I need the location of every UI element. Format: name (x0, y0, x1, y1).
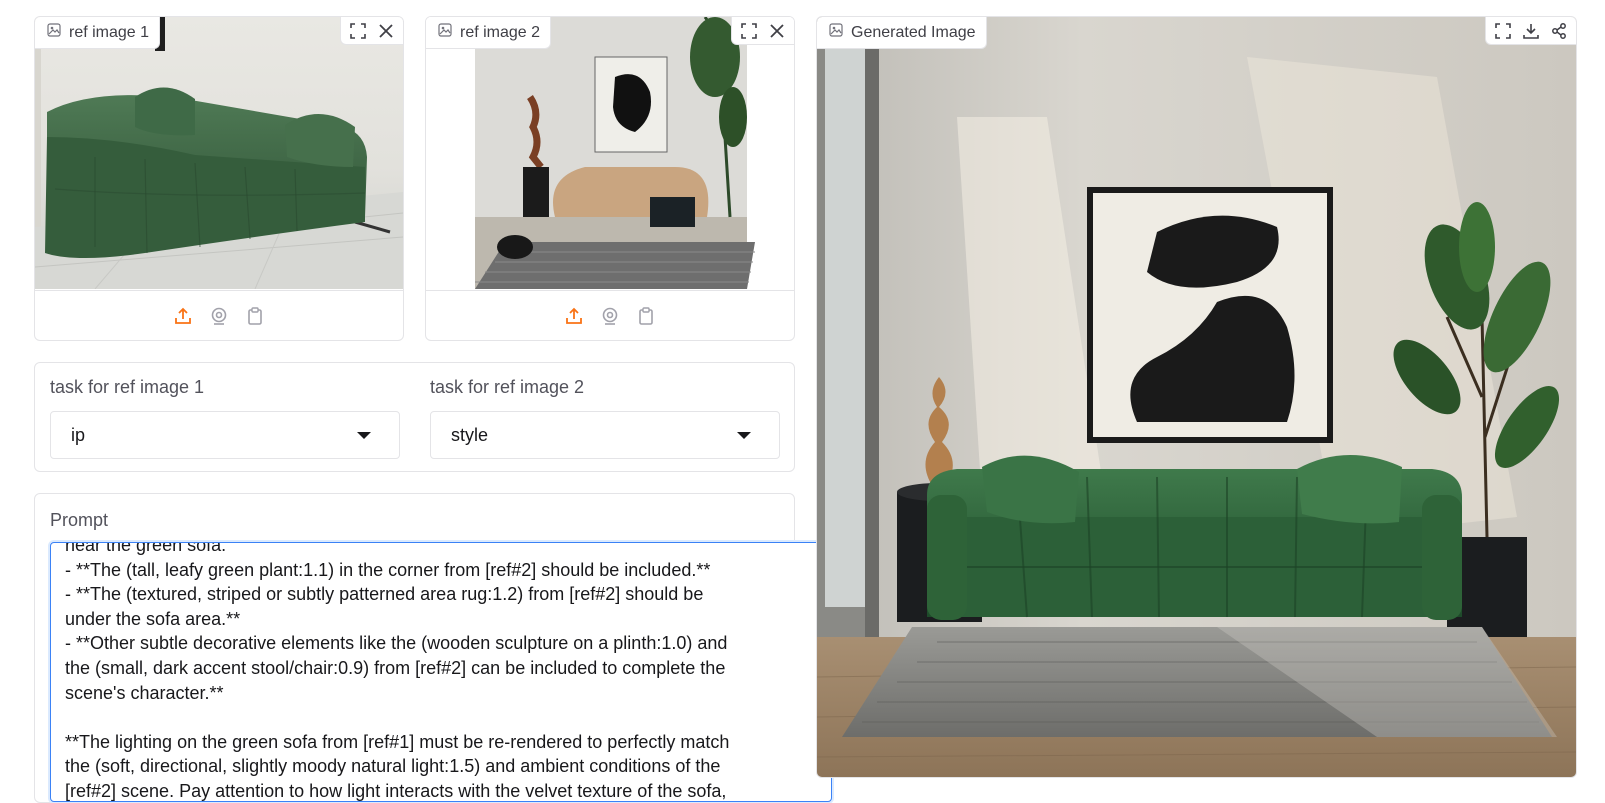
ref-image-1-actions (340, 17, 403, 45)
ref-image-1-label: ref image 1 (35, 17, 161, 49)
ref-image-2-canvas[interactable] (426, 17, 794, 289)
fullscreen-icon[interactable] (736, 18, 762, 44)
image-icon (829, 23, 843, 42)
ref-image-1-toolbar (35, 290, 403, 340)
caret-down-icon (357, 432, 371, 439)
task-1-label: task for ref image 1 (50, 377, 205, 397)
prompt-label: Prompt (50, 510, 109, 530)
generated-room-image[interactable] (817, 17, 1576, 777)
generated-image-label-text: Generated Image (851, 23, 976, 41)
ref-image-2-toolbar (426, 290, 794, 340)
image-icon (47, 23, 61, 42)
ref-image-1-panel: ref image 1 (34, 16, 404, 341)
ref-image-2-actions (731, 17, 794, 45)
upload-icon[interactable] (172, 305, 194, 327)
fullscreen-icon[interactable] (345, 18, 371, 44)
ref-image-2-panel: ref image 2 (425, 16, 795, 341)
clipboard-icon[interactable] (635, 305, 657, 327)
share-icon[interactable] (1546, 18, 1572, 44)
prompt-textarea[interactable]: near the green sofa. - **The (tall, leaf… (50, 542, 832, 802)
green-sofa-photo (35, 17, 403, 289)
ref-image-1-canvas[interactable] (35, 17, 403, 289)
living-room-photo (426, 17, 794, 289)
task-2-dropdown[interactable]: style (430, 411, 780, 459)
prompt-text[interactable]: near the green sofa. - **The (tall, leaf… (65, 543, 817, 801)
fullscreen-icon[interactable] (1490, 18, 1516, 44)
generated-image-panel: Generated Image (816, 16, 1577, 778)
download-icon[interactable] (1518, 18, 1544, 44)
image-icon (438, 23, 452, 42)
caret-down-icon (737, 432, 751, 439)
clipboard-icon[interactable] (244, 305, 266, 327)
ref-image-1-label-text: ref image 1 (69, 23, 150, 41)
upload-icon[interactable] (563, 305, 585, 327)
webcam-icon[interactable] (208, 305, 230, 327)
task-1-value: ip (71, 424, 86, 445)
ref-image-2-label: ref image 2 (426, 17, 552, 49)
ref-image-2-label-text: ref image 2 (460, 23, 541, 41)
close-icon[interactable] (764, 18, 790, 44)
close-icon[interactable] (373, 18, 399, 44)
task-2-value: style (451, 424, 489, 445)
task-selectors-panel: task for ref image 1 ip task for ref ima… (34, 362, 795, 472)
generated-image-label: Generated Image (817, 17, 987, 49)
webcam-icon[interactable] (599, 305, 621, 327)
task-1-dropdown[interactable]: ip (50, 411, 400, 459)
generated-image-actions (1485, 17, 1576, 45)
task-2-label: task for ref image 2 (430, 377, 585, 397)
